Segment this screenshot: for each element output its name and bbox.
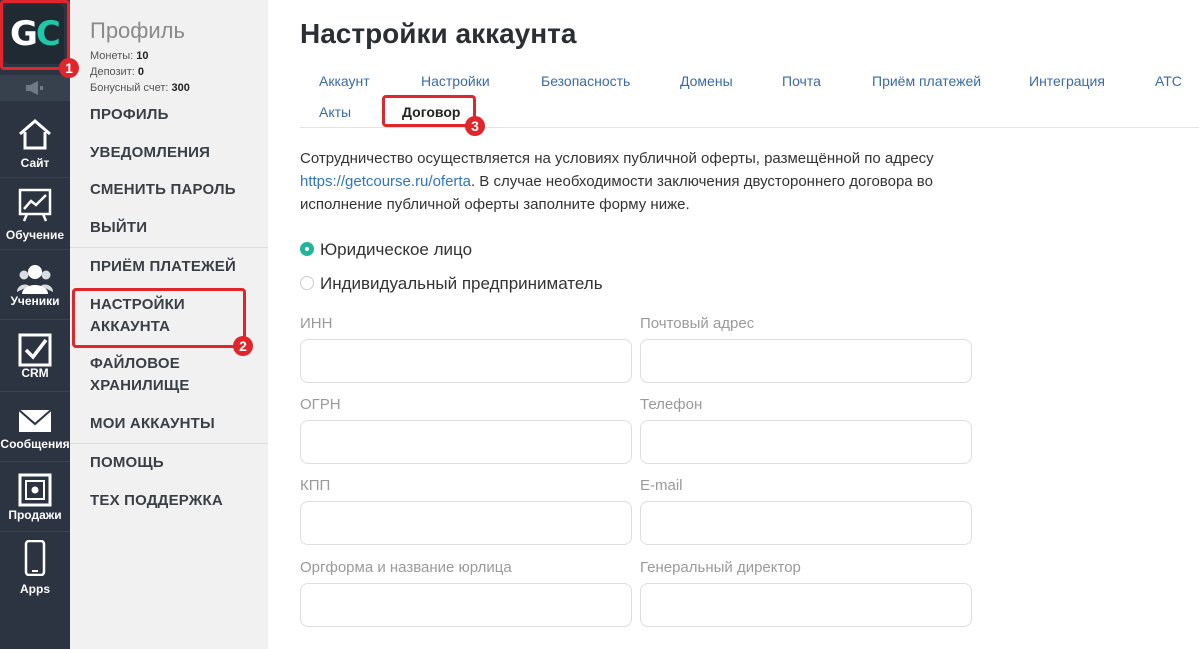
annotation-box-3 xyxy=(382,95,476,127)
rail-item-messages[interactable]: Сообщения xyxy=(0,398,70,468)
field-label-inn: ИНН xyxy=(300,315,333,332)
tab-integration[interactable]: Интеграция xyxy=(1029,73,1105,89)
rail-item-apps[interactable]: Apps xyxy=(0,536,70,606)
safe-icon xyxy=(18,473,52,507)
sidebar-link-my-accounts[interactable]: МОИ АККАУНТЫ xyxy=(90,413,215,435)
page-title: Настройки аккаунта xyxy=(300,18,577,49)
stat-coins: Монеты: 10 xyxy=(90,50,149,62)
stat-bonus: Бонусный счет: 300 xyxy=(90,82,190,94)
email-input[interactable] xyxy=(640,501,972,545)
annotation-box-2 xyxy=(72,288,246,348)
annotation-number-2: 2 xyxy=(233,336,253,356)
rail-label: Сайт xyxy=(20,156,50,170)
tab-security[interactable]: Безопасность xyxy=(541,73,630,89)
sidebar-link-notifications[interactable]: УВЕДОМЛЕНИЯ xyxy=(90,142,210,164)
smartphone-icon xyxy=(24,540,46,576)
field-label-ogrn: ОГРН xyxy=(300,396,341,413)
field-label-postal-address: Почтовый адрес xyxy=(640,315,755,332)
rail-label: Обучение xyxy=(5,228,65,242)
rail-item-learning[interactable]: Обучение xyxy=(0,180,70,250)
rail-label: Сообщения xyxy=(0,437,70,451)
ogrn-input[interactable] xyxy=(300,420,632,464)
icon-rail: GC Сайт Обучение Ученики CRM Сообщения П… xyxy=(0,0,70,649)
sidebar-link-support[interactable]: ТЕХ ПОДДЕРЖКА xyxy=(90,490,223,512)
tab-settings[interactable]: Настройки xyxy=(421,73,490,89)
rail-label: CRM xyxy=(21,366,49,380)
rail-label: Apps xyxy=(20,582,50,596)
tab-payments[interactable]: Приём платежей xyxy=(872,73,981,89)
rail-item-site[interactable]: Сайт xyxy=(0,110,70,180)
radio-label: Юридическое лицо xyxy=(320,240,473,259)
rail-item-sales[interactable]: Продажи xyxy=(0,466,70,536)
org-name-input[interactable] xyxy=(300,583,632,627)
stat-deposit: Депозит: 0 xyxy=(90,66,144,78)
field-label-email: E-mail xyxy=(640,477,683,494)
intro-text: Сотрудничество осуществляется на условия… xyxy=(300,150,934,213)
kpp-input[interactable] xyxy=(300,501,632,545)
users-icon xyxy=(17,265,53,294)
rail-item-students[interactable]: Ученики xyxy=(0,256,70,326)
annotation-number-1: 1 xyxy=(59,58,79,78)
tab-account[interactable]: Аккаунт xyxy=(319,73,370,89)
envelope-icon xyxy=(18,409,52,432)
oferta-link[interactable]: https://getcourse.ru/oferta xyxy=(300,173,471,190)
ceo-input[interactable] xyxy=(640,583,972,627)
tab-acts[interactable]: Акты xyxy=(319,104,351,120)
rail-label: Продажи xyxy=(8,508,62,522)
tab-domains[interactable]: Домены xyxy=(680,73,733,89)
radio-button-unchecked[interactable] xyxy=(300,276,314,290)
radio-label: Индивидуальный предприниматель xyxy=(320,274,603,293)
annotation-number-3: 3 xyxy=(465,116,485,136)
tabs-divider xyxy=(300,127,1199,128)
annotation-box-1 xyxy=(0,0,70,70)
tab-ats[interactable]: АТС xyxy=(1155,73,1182,89)
checkbox-icon xyxy=(18,333,52,367)
inn-input[interactable] xyxy=(300,339,632,383)
radio-button-checked[interactable] xyxy=(300,242,314,256)
field-label-org-name: Оргформа и название юрлица xyxy=(300,559,512,576)
sidebar-link-payments[interactable]: ПРИЁМ ПЛАТЕЖЕЙ xyxy=(90,256,236,278)
megaphone-icon xyxy=(26,81,43,95)
sidebar-link-change-password[interactable]: СМЕНИТЬ ПАРОЛЬ xyxy=(90,179,236,201)
tab-mail[interactable]: Почта xyxy=(782,73,821,89)
field-label-phone: Телефон xyxy=(640,396,703,413)
sidebar-link-profile[interactable]: ПРОФИЛЬ xyxy=(90,104,169,126)
house-icon xyxy=(19,119,51,150)
field-label-kpp: КПП xyxy=(300,477,331,494)
rail-label: Ученики xyxy=(10,294,60,308)
phone-input[interactable] xyxy=(640,420,972,464)
sidebar-title: Профиль xyxy=(90,18,185,43)
sidebar-link-file-storage[interactable]: ФАЙЛОВОЕ ХРАНИЛИЩЕ xyxy=(90,353,230,397)
postal-address-input[interactable] xyxy=(640,339,972,383)
field-label-ceo: Генеральный директор xyxy=(640,559,801,576)
chart-board-icon xyxy=(18,188,52,222)
rail-item-crm[interactable]: CRM xyxy=(0,326,70,396)
sidebar-link-help[interactable]: ПОМОЩЬ xyxy=(90,452,164,474)
sidebar-link-logout[interactable]: ВЫЙТИ xyxy=(90,217,147,239)
announcements-toggle[interactable] xyxy=(0,75,70,101)
